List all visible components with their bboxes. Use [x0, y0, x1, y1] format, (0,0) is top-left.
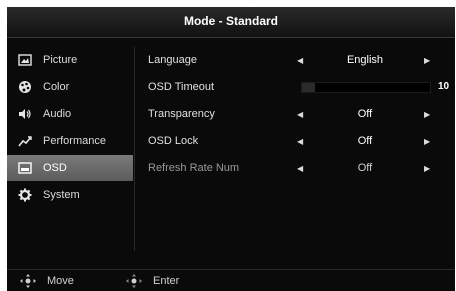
sidebar-item-label: Picture: [43, 54, 78, 66]
slider-value: 10: [438, 81, 450, 92]
setting-label: OSD Lock: [148, 135, 199, 147]
setting-row-osd-timeout[interactable]: OSD Timeout 10: [144, 74, 455, 101]
joystick-enter-icon: [125, 273, 143, 289]
setting-value: English: [346, 54, 384, 66]
osd-menu: Mode - Standard Picture Color Audio Perf…: [7, 7, 455, 291]
setting-label: Transparency: [148, 108, 215, 120]
arrow-right-icon[interactable]: ▶: [424, 110, 430, 119]
osd-header: Mode - Standard: [7, 7, 455, 38]
arrow-left-icon[interactable]: ◀: [297, 164, 303, 173]
sidebar-menu: Picture Color Audio Performance OSD Syst…: [7, 47, 133, 209]
setting-label: OSD Timeout: [148, 81, 215, 93]
sidebar-item-label: Color: [43, 81, 70, 93]
setting-label: Refresh Rate Num: [148, 162, 240, 174]
setting-value: Off: [357, 108, 373, 120]
osd-monitor-icon: [18, 161, 32, 175]
setting-row-language[interactable]: Language ◀ English ▶: [144, 47, 455, 74]
sidebar-item-label: OSD: [43, 162, 67, 174]
sidebar-item-osd[interactable]: OSD: [7, 155, 133, 181]
sidebar-item-system[interactable]: System: [7, 182, 133, 208]
arrow-right-icon[interactable]: ▶: [424, 56, 430, 65]
sidebar-item-color[interactable]: Color: [7, 74, 133, 100]
setting-value: Off: [357, 162, 373, 174]
footer-hints: Move Enter: [7, 269, 455, 291]
divider: [134, 47, 135, 251]
setting-row-transparency[interactable]: Transparency ◀ Off ▶: [144, 101, 455, 128]
setting-row-refresh-rate-num[interactable]: Refresh Rate Num ◀ Off ▶: [144, 155, 455, 182]
move-label: Move: [47, 275, 74, 287]
sidebar-item-label: Audio: [43, 108, 72, 120]
sidebar-item-performance[interactable]: Performance: [7, 128, 133, 154]
settings-panel: Language ◀ English ▶ OSD Timeout 10 Tran…: [144, 47, 455, 182]
arrow-right-icon[interactable]: ▶: [424, 137, 430, 146]
enter-label: Enter: [153, 275, 180, 287]
slider-fill: [302, 83, 315, 92]
picture-icon: [18, 53, 32, 67]
speaker-icon: [18, 107, 32, 121]
osd-timeout-slider[interactable]: [301, 82, 431, 93]
arrow-left-icon[interactable]: ◀: [297, 137, 303, 146]
mode-title: Mode - Standard: [183, 14, 278, 28]
arrow-right-icon[interactable]: ▶: [424, 164, 430, 173]
setting-row-osd-lock[interactable]: OSD Lock ◀ Off ▶: [144, 128, 455, 155]
setting-label: Language: [148, 54, 197, 66]
sidebar-item-audio[interactable]: Audio: [7, 101, 133, 127]
sidebar-item-label: System: [43, 189, 80, 201]
color-palette-icon: [18, 80, 32, 94]
performance-graph-icon: [18, 134, 32, 148]
sidebar-item-picture[interactable]: Picture: [7, 47, 133, 73]
gear-icon: [18, 188, 32, 202]
arrow-left-icon[interactable]: ◀: [297, 110, 303, 119]
joystick-move-icon: [19, 273, 37, 289]
sidebar-item-label: Performance: [43, 135, 106, 147]
arrow-left-icon[interactable]: ◀: [297, 56, 303, 65]
setting-value: Off: [357, 135, 373, 147]
